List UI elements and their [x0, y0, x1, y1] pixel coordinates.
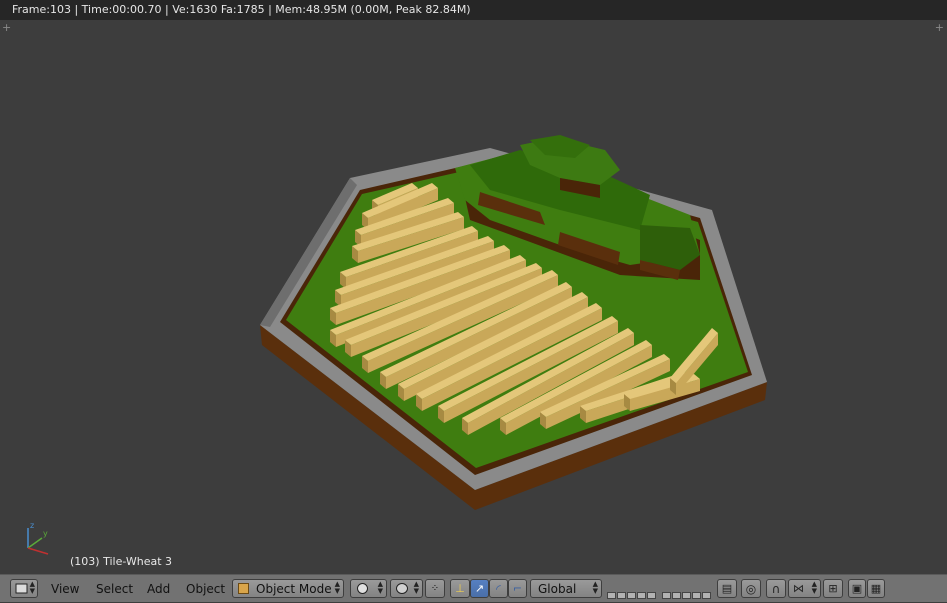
scene-render — [260, 135, 767, 510]
active-object-info: (103) Tile-Wheat 3 — [70, 555, 173, 568]
render-opengl-animation-button[interactable]: ▦ — [867, 579, 885, 598]
axis-gizmo: z y — [27, 521, 49, 555]
pivot-arrows-icon: ▲ ▼ — [413, 580, 419, 595]
view3d-editor-icon — [15, 583, 28, 594]
menu-select[interactable]: Select — [96, 582, 133, 596]
render-opengl-image-button[interactable]: ▣ — [848, 579, 866, 598]
translate-manipulator-button[interactable]: ↗ — [470, 579, 489, 598]
snap-arrows-icon: ▲ ▼ — [811, 580, 817, 595]
layers-lock-icon: ▤ — [721, 582, 733, 595]
scale-icon: ⌐ — [512, 582, 523, 595]
solid-shading-icon — [357, 583, 368, 594]
snap-toggle-button[interactable]: ∩ — [766, 579, 786, 598]
transform-manipulator-toggle[interactable]: ⊥ — [450, 579, 470, 598]
3d-view-header: ▲ ▼ View Select Add Object Object Mode ▲ ▼… — [0, 574, 947, 602]
layer-buttons-group-1[interactable] — [607, 579, 657, 599]
mode-label: Object Mode — [256, 582, 332, 596]
manipulator-axes-icon: ⊥ — [455, 582, 465, 595]
3d-viewport[interactable]: Frame:103 | Time:00:00.70 | Ve:1630 Fa:1… — [0, 0, 947, 574]
mode-selector[interactable]: Object Mode ▲ ▼ — [232, 579, 344, 598]
axis-y-label: y — [43, 529, 48, 538]
rotate-arc-icon: ◜ — [496, 581, 501, 596]
menu-object[interactable]: Object — [186, 582, 225, 596]
editor-type-arrows-icon: ▲ ▼ — [29, 580, 35, 595]
menu-add[interactable]: Add — [147, 582, 170, 596]
camera-icon: ▣ — [851, 582, 863, 595]
clapperboard-icon: ▦ — [870, 582, 882, 595]
mode-arrows-icon: ▲ ▼ — [334, 580, 340, 595]
translate-arrow-icon: ↗ — [474, 582, 485, 595]
proportional-editing-button[interactable]: ◎ — [741, 579, 761, 598]
orientation-arrows-icon: ▲ ▼ — [592, 580, 598, 595]
transform-orientation-selector[interactable]: Global ▲ ▼ — [530, 579, 602, 598]
viewport-shading-button[interactable]: ▲ ▼ — [350, 579, 387, 598]
cube-icon — [238, 583, 249, 594]
layer-buttons-group-2[interactable] — [662, 579, 712, 599]
snap-target-button[interactable]: ⊞ — [823, 579, 843, 598]
magnet-icon: ∩ — [771, 581, 781, 596]
proportional-circle-icon: ◎ — [745, 581, 757, 596]
grid-points-icon: ⁘ — [430, 583, 440, 594]
lock-camera-layers-button[interactable]: ▤ — [717, 579, 737, 598]
manipulate-center-button[interactable]: ⁘ — [425, 579, 445, 598]
rotate-manipulator-button[interactable]: ◜ — [489, 579, 508, 598]
shading-arrows-icon: ▲ ▼ — [377, 580, 383, 595]
pivot-point-button[interactable]: ▲ ▼ — [390, 579, 423, 598]
snap-increment-icon: ⋈ — [793, 582, 804, 595]
snap-target-icon: ⊞ — [828, 582, 838, 595]
menu-view[interactable]: View — [51, 582, 79, 596]
editor-type-button[interactable]: ▲ ▼ — [10, 579, 38, 598]
orientation-label: Global — [538, 582, 577, 596]
snap-element-selector[interactable]: ⋈ ▲ ▼ — [788, 579, 821, 598]
pivot-icon — [396, 583, 408, 594]
axis-z-label: z — [30, 521, 34, 530]
scale-manipulator-button[interactable]: ⌐ — [508, 579, 527, 598]
